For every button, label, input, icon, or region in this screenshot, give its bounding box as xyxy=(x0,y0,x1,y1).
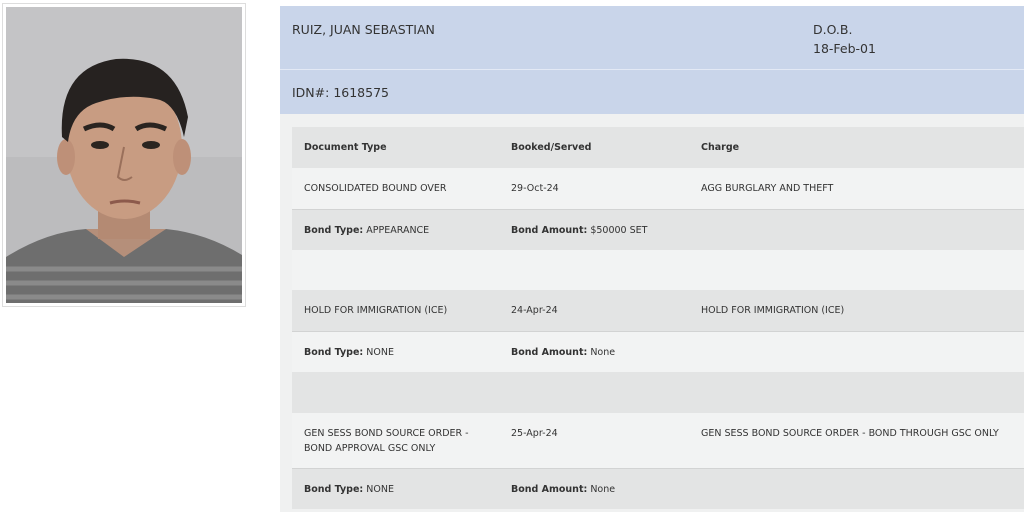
bond-amount-label: Bond Amount: xyxy=(511,347,588,358)
bond-amount-label: Bond Amount: xyxy=(511,225,588,236)
bond-amount-cell: Bond Amount: None xyxy=(511,482,681,497)
bond-type-label: Bond Type: xyxy=(304,225,364,236)
bond-amount-value: None xyxy=(590,484,616,495)
table-row: GEN SESS BOND SOURCE ORDER - BOND APPROV… xyxy=(292,413,1024,468)
bond-amount-label: Bond Amount: xyxy=(511,484,588,495)
bond-amount-cell: Bond Amount: $50000 SET xyxy=(511,223,681,238)
booking-photo-frame xyxy=(2,3,246,307)
document-type-line: BOND APPROVAL GSC ONLY xyxy=(304,443,436,454)
column-header-booked-served: Booked/Served xyxy=(511,142,592,153)
inmate-name: RUIZ, JUAN SEBASTIAN xyxy=(292,22,435,37)
table-row: CONSOLIDATED BOUND OVER 29-Oct-24 AGG BU… xyxy=(292,168,1024,209)
table-row: HOLD FOR IMMIGRATION (ICE) 24-Apr-24 HOL… xyxy=(292,290,1024,331)
column-header-document-type: Document Type xyxy=(304,142,387,153)
idn-header xyxy=(280,70,1024,114)
spacer-row xyxy=(292,372,1024,413)
dob-label: D.O.B. xyxy=(813,22,853,37)
bond-type-cell: Bond Type: APPEARANCE xyxy=(304,223,499,238)
document-type-cell: HOLD FOR IMMIGRATION (ICE) xyxy=(304,305,448,316)
idn-number: IDN#: 1618575 xyxy=(292,85,389,100)
bond-row: Bond Type: APPEARANCE Bond Amount: $5000… xyxy=(292,209,1024,250)
inmate-detail-panel: RUIZ, JUAN SEBASTIAN D.O.B. 18-Feb-01 ID… xyxy=(280,6,1024,512)
bond-amount-value: None xyxy=(590,347,616,358)
bond-amount-cell: Bond Amount: None xyxy=(511,345,681,360)
charge-cell: GEN SESS BOND SOURCE ORDER - BOND THROUG… xyxy=(701,428,999,439)
bond-amount-value: $50000 SET xyxy=(590,225,648,236)
document-type-line: GEN SESS BOND SOURCE ORDER - xyxy=(304,428,469,439)
bond-type-value: NONE xyxy=(366,484,394,495)
bond-type-cell: Bond Type: NONE xyxy=(304,345,499,360)
inmate-header xyxy=(280,6,1024,69)
booked-served-cell: 25-Apr-24 xyxy=(511,428,558,439)
spacer-row xyxy=(292,250,1024,290)
charge-cell: HOLD FOR IMMIGRATION (ICE) xyxy=(701,305,845,316)
bond-row: Bond Type: NONE Bond Amount: None xyxy=(292,468,1024,509)
bond-type-label: Bond Type: xyxy=(304,347,364,358)
bond-type-cell: Bond Type: NONE xyxy=(304,482,499,497)
dob-value: 18-Feb-01 xyxy=(813,41,876,56)
document-type-cell: CONSOLIDATED BOUND OVER xyxy=(304,183,447,194)
bond-type-label: Bond Type: xyxy=(304,484,364,495)
booked-served-cell: 29-Oct-24 xyxy=(511,183,559,194)
document-type-cell: GEN SESS BOND SOURCE ORDER - BOND APPROV… xyxy=(304,426,499,456)
charges-table: Document Type Booked/Served Charge CONSO… xyxy=(292,127,1024,509)
bond-type-value: APPEARANCE xyxy=(366,225,430,236)
charge-cell: AGG BURGLARY AND THEFT xyxy=(701,183,834,194)
bond-type-value: NONE xyxy=(366,347,394,358)
column-header-charge: Charge xyxy=(701,142,740,153)
table-header-row: Document Type Booked/Served Charge xyxy=(292,127,1024,168)
booked-served-cell: 24-Apr-24 xyxy=(511,305,558,316)
bond-row: Bond Type: NONE Bond Amount: None xyxy=(292,331,1024,372)
booking-photo xyxy=(6,7,242,303)
